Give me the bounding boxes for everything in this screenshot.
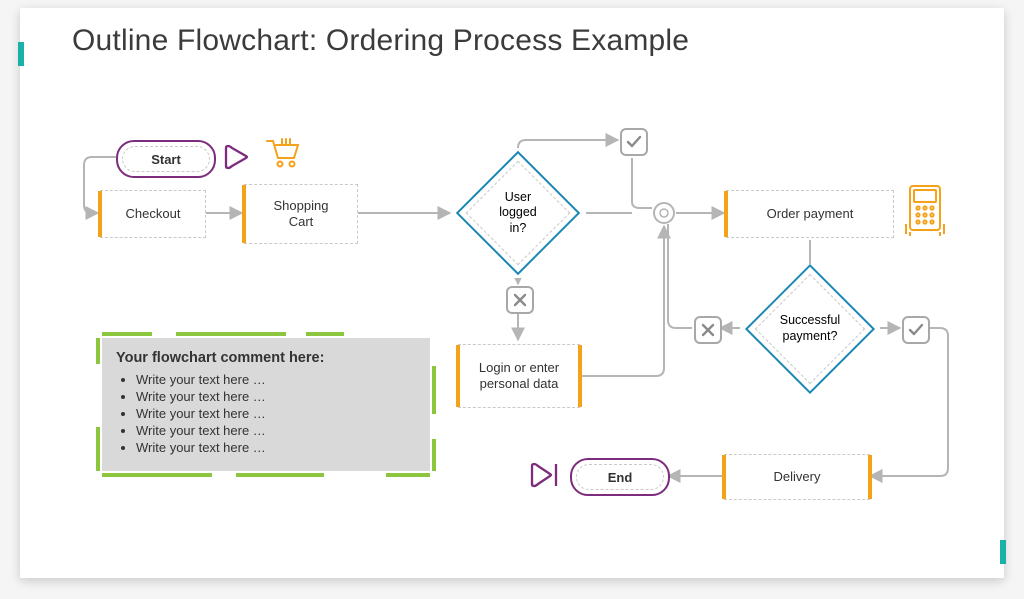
comment-bullet: Write your text here … <box>136 406 416 421</box>
comment-bullet: Write your text here … <box>136 389 416 404</box>
cart-icon <box>264 136 304 172</box>
pos-terminal-icon <box>904 184 946 240</box>
terminator-end-label: End <box>608 470 633 485</box>
process-checkout: Checkout <box>100 190 206 238</box>
terminator-end: End <box>570 458 670 496</box>
comment-bullet: Write your text here … <box>136 372 416 387</box>
process-login: Login or enter personal data <box>458 344 580 408</box>
process-delivery: Delivery <box>724 454 870 500</box>
terminator-start: Start <box>116 140 216 178</box>
comment-list: Write your text here … Write your text h… <box>116 372 416 455</box>
x-icon-2 <box>694 316 722 344</box>
check-icon-2 <box>902 316 930 344</box>
x-icon <box>506 286 534 314</box>
end-icon <box>528 458 564 492</box>
process-delivery-label: Delivery <box>774 469 821 485</box>
process-cart: Shopping Cart <box>244 184 358 244</box>
process-order-payment: Order payment <box>726 190 894 238</box>
process-cart-label: Shopping Cart <box>274 198 329 231</box>
decision-logged-in-label: User logged in? <box>499 190 537 237</box>
comment-heading: Your flowchart comment here: <box>116 350 416 366</box>
comment-bullet: Write your text here … <box>136 440 416 455</box>
slide-canvas: Outline Flowchart: Ordering Process Exam… <box>20 8 1004 578</box>
check-icon <box>620 128 648 156</box>
process-checkout-label: Checkout <box>126 206 181 222</box>
terminator-start-label: Start <box>151 152 181 167</box>
decision-logged-in: User logged in? <box>452 148 584 278</box>
decision-payment-label: Successful payment? <box>780 313 840 344</box>
comment-box: Your flowchart comment here: Write your … <box>102 338 430 471</box>
comment-bullet: Write your text here … <box>136 423 416 438</box>
process-order-payment-label: Order payment <box>767 206 854 222</box>
play-icon <box>222 142 252 172</box>
decision-payment: Successful payment? <box>740 264 880 394</box>
process-login-label: Login or enter personal data <box>479 360 559 393</box>
